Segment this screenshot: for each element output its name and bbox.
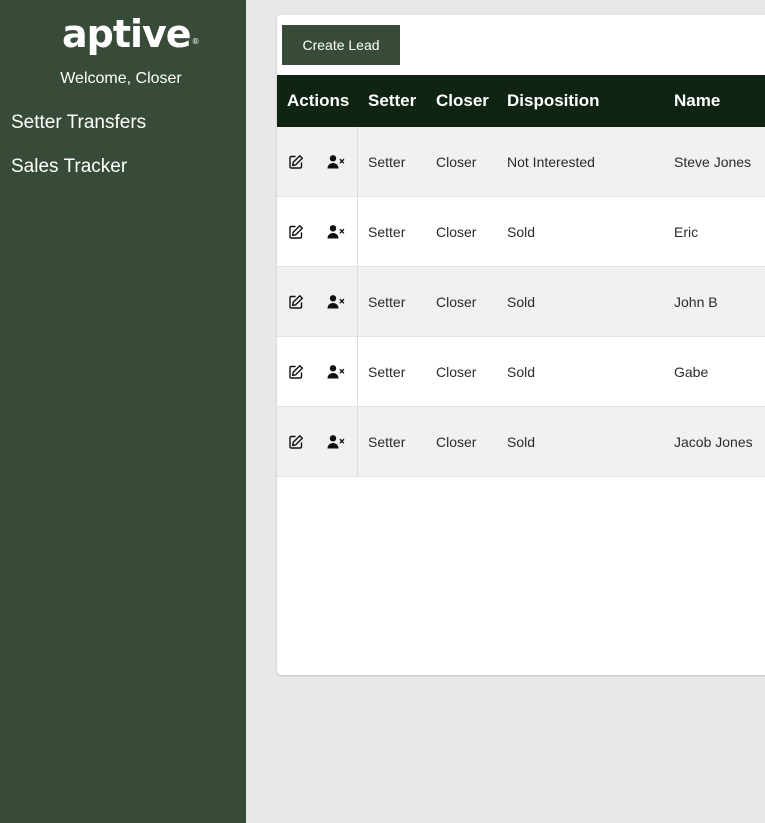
cell-closer: Closer bbox=[436, 154, 477, 170]
remove-user-icon[interactable] bbox=[327, 224, 345, 240]
header-actions: Actions bbox=[287, 91, 350, 110]
cell-setter: Setter bbox=[368, 434, 406, 450]
nav-setter-transfers[interactable]: Setter Transfers bbox=[11, 112, 146, 134]
actions-divider bbox=[357, 197, 358, 266]
cell-disposition: Not Interested bbox=[507, 154, 595, 170]
cell-disposition: Sold bbox=[507, 294, 536, 310]
header-disposition[interactable]: Disposition bbox=[507, 75, 600, 127]
edit-icon[interactable] bbox=[288, 154, 306, 170]
actions-divider bbox=[357, 267, 358, 336]
remove-user-icon[interactable] bbox=[327, 434, 345, 450]
table-row: Setter Closer Sold Jacob Jones bbox=[277, 407, 765, 477]
table-body: Setter Closer Not Interested Steve Jones… bbox=[277, 127, 765, 477]
cell-setter: Setter bbox=[368, 294, 406, 310]
table-row: Setter Closer Sold Gabe bbox=[277, 337, 765, 407]
nav-sales-tracker[interactable]: Sales Tracker bbox=[11, 156, 127, 178]
welcome-text: Welcome, Closer bbox=[60, 70, 182, 87]
table-row: Setter Closer Sold John B bbox=[277, 267, 765, 337]
edit-icon[interactable] bbox=[288, 364, 306, 380]
cell-closer: Closer bbox=[436, 434, 477, 450]
aptive-logo[interactable]: aptive® bbox=[62, 12, 200, 56]
cell-name: Eric bbox=[674, 224, 699, 240]
edit-icon[interactable] bbox=[288, 294, 306, 310]
cell-closer: Closer bbox=[436, 294, 477, 310]
leads-panel: Create Lead Actions Setter Closer Dispos… bbox=[277, 15, 765, 675]
cell-disposition: Sold bbox=[507, 364, 536, 380]
cell-setter: Setter bbox=[368, 224, 406, 240]
header-name[interactable]: Name bbox=[674, 75, 720, 127]
edit-icon[interactable] bbox=[288, 224, 306, 240]
table-row: Setter Closer Sold Eric bbox=[277, 197, 765, 267]
header-setter[interactable]: Setter bbox=[368, 75, 416, 127]
cell-closer: Closer bbox=[436, 364, 477, 380]
remove-user-icon[interactable] bbox=[327, 294, 345, 310]
actions-divider bbox=[357, 337, 358, 406]
actions-divider bbox=[357, 127, 358, 196]
cell-name: Jacob Jones bbox=[674, 434, 753, 450]
cell-disposition: Sold bbox=[507, 434, 536, 450]
cell-name: Gabe bbox=[674, 364, 709, 380]
table-row: Setter Closer Not Interested Steve Jones bbox=[277, 127, 765, 197]
edit-icon[interactable] bbox=[288, 434, 306, 450]
registered-mark: ® bbox=[191, 37, 200, 46]
header-closer[interactable]: Closer bbox=[436, 75, 489, 127]
table-header: Actions Setter Closer Disposition Name bbox=[277, 75, 765, 127]
cell-name: Steve Jones bbox=[674, 154, 752, 170]
cell-setter: Setter bbox=[368, 154, 406, 170]
sidebar: aptive® Welcome, Closer Setter Transfers… bbox=[0, 0, 246, 823]
actions-divider bbox=[357, 407, 358, 476]
cell-setter: Setter bbox=[368, 364, 406, 380]
cell-name: John B bbox=[674, 294, 718, 310]
leads-table: Actions Setter Closer Disposition Name S… bbox=[277, 75, 765, 477]
create-lead-button[interactable]: Create Lead bbox=[282, 25, 400, 65]
cell-disposition: Sold bbox=[507, 224, 536, 240]
remove-user-icon[interactable] bbox=[327, 154, 345, 170]
cell-closer: Closer bbox=[436, 224, 477, 240]
remove-user-icon[interactable] bbox=[327, 364, 345, 380]
logo-text: aptive bbox=[62, 12, 192, 56]
